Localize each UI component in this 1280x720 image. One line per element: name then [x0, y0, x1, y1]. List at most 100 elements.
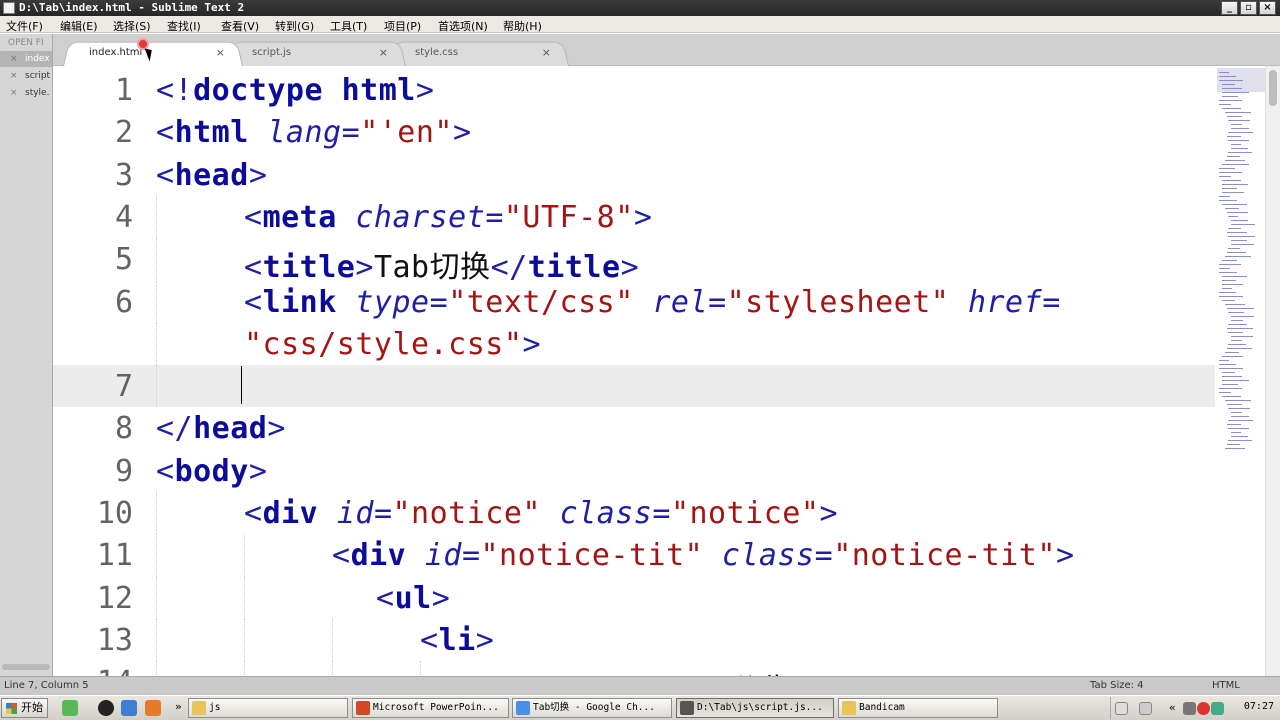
taskbar-button-label: Tab切换 - Google Ch... — [533, 702, 655, 713]
taskbar-button[interactable]: Bandicam — [838, 698, 998, 718]
code-token: <! — [156, 73, 194, 108]
line-number: 12 — [96, 580, 133, 616]
ie-icon[interactable] — [121, 700, 137, 716]
close-file-icon[interactable]: × — [10, 51, 18, 67]
minimap-line — [1231, 416, 1249, 417]
code-line[interactable]: 9 <body> — [53, 450, 1215, 492]
menu-item[interactable]: 首选项(N) — [438, 18, 488, 34]
help-icon[interactable] — [1139, 702, 1152, 715]
code-line[interactable]: 7 — [53, 365, 1215, 408]
code-line[interactable]: 14 <a href="#">公告</a> — [53, 661, 1215, 676]
sidebar-scrollbar[interactable] — [2, 664, 50, 670]
code-token: "css/style.css" — [244, 326, 523, 362]
editor-tab[interactable]: index.html × — [63, 38, 243, 66]
code-line[interactable]: 8 </head> — [53, 407, 1215, 449]
menu-item[interactable]: 选择(S) — [113, 18, 151, 34]
code-line[interactable]: 4 <meta charset="UTF-8"> — [53, 196, 1215, 238]
code-token: < — [156, 453, 175, 489]
vertical-scrollbar[interactable] — [1265, 66, 1280, 676]
sidebar: OPEN FI × index × script × style. — [0, 34, 53, 676]
minimap-line — [1222, 180, 1241, 181]
minimap[interactable] — [1215, 66, 1265, 676]
menu-item[interactable]: 转到(G) — [275, 18, 314, 34]
tab-size-indicator[interactable]: Tab Size: 4 — [1090, 677, 1144, 695]
scrollbar-thumb[interactable] — [1269, 70, 1277, 106]
taskbar-button[interactable]: Microsoft PowerPoin... — [352, 698, 509, 718]
start-button[interactable]: 开始 — [1, 698, 48, 718]
code-line[interactable]: 13 <li> — [53, 619, 1215, 661]
editor-tab[interactable]: style.css × — [389, 40, 569, 66]
menu-item[interactable]: 编辑(E) — [60, 18, 98, 34]
menu-item[interactable]: 文件(F) — [6, 18, 43, 34]
minimap-line — [1222, 260, 1237, 261]
code-token: class — [559, 496, 653, 531]
taskbar-button-label: Bandicam — [859, 702, 905, 713]
tab-close-icon[interactable]: × — [379, 46, 388, 59]
taskbar-button[interactable]: js — [188, 698, 348, 718]
code-editor[interactable]: 1 <!doctype html> 2 <html lang="'en"> 3 <head… — [53, 66, 1215, 676]
minimap-line — [1225, 400, 1251, 401]
firefox-icon[interactable] — [145, 700, 161, 716]
code-token: ul — [394, 580, 432, 616]
sidebar-file-item[interactable]: × style. — [0, 85, 52, 101]
editor-tab[interactable]: script.js × — [226, 40, 406, 66]
code-line[interactable]: 10 <div id="notice" class="notice"> — [53, 492, 1215, 534]
record-icon[interactable] — [1197, 702, 1210, 715]
code-line[interactable]: 1 <!doctype html> — [53, 69, 1215, 111]
code-text: <li> — [420, 623, 494, 658]
minimap-line — [1228, 324, 1247, 325]
minimap-line — [1226, 136, 1241, 137]
code-line[interactable]: 5 <title>Tab切换</title> — [53, 238, 1215, 285]
line-number: 7 — [114, 369, 133, 405]
syntax-indicator[interactable]: HTML — [1212, 677, 1240, 695]
minimap-line — [1222, 184, 1248, 185]
taskbar-button[interactable]: Tab切换 - Google Ch... — [512, 698, 672, 718]
code-line[interactable]: 3 <head> — [53, 154, 1215, 196]
sidebar-file-item[interactable]: × index — [0, 51, 52, 67]
minimap-line — [1219, 264, 1241, 265]
volume-icon[interactable] — [1211, 702, 1224, 715]
minimap-line — [1219, 100, 1242, 101]
desktop-icon[interactable] — [62, 700, 78, 716]
text-caret — [241, 366, 242, 404]
tab-close-icon[interactable]: × — [216, 46, 225, 59]
menu-item[interactable]: 查看(V) — [221, 18, 259, 34]
menu-item[interactable]: 查找(I) — [167, 18, 201, 34]
minimap-line — [1222, 192, 1244, 193]
code-line[interactable]: 2 <html lang="'en"> — [53, 111, 1215, 153]
tab-close-icon[interactable]: × — [542, 46, 551, 59]
tab-bar: index.html × script.js × style.css × — [53, 34, 1280, 66]
network-icon[interactable] — [1183, 702, 1196, 715]
code-line[interactable]: "css/style.css"> — [53, 323, 1215, 365]
minimap-line — [1231, 316, 1254, 317]
close-file-icon[interactable]: × — [10, 85, 18, 101]
code-token: class — [721, 538, 815, 574]
code-line[interactable]: 12 <ul> — [53, 577, 1215, 619]
code-line[interactable]: 6 <link type="text/css" rel="stylesheet" … — [53, 281, 1215, 323]
menu-item[interactable]: 工具(T) — [330, 18, 367, 34]
menu-item[interactable]: 帮助(H) — [503, 18, 542, 34]
keyboard-icon[interactable] — [1115, 702, 1128, 715]
taskbar-button[interactable]: D:\Tab\js\script.js... — [676, 698, 834, 718]
close-file-icon[interactable]: × — [10, 68, 18, 84]
qq-icon[interactable] — [98, 700, 114, 716]
code-token: id — [336, 496, 374, 531]
close-button[interactable]: × — [1259, 1, 1276, 15]
minimap-line — [1226, 328, 1253, 329]
sidebar-file-item[interactable]: × script — [0, 68, 52, 84]
code-token: "notice-tit" — [480, 538, 704, 574]
minimap-line — [1222, 108, 1241, 109]
minimap-line — [1231, 124, 1242, 125]
maximize-button[interactable]: ▫ — [1240, 1, 1257, 15]
tray-expand-icon[interactable]: « — [1169, 701, 1176, 714]
minimize-button[interactable]: _ — [1221, 1, 1238, 15]
line-number: 5 — [114, 242, 133, 278]
code-text: "css/style.css"> — [244, 327, 541, 362]
code-line[interactable]: 11 <div id="notice-tit" class="notice-tit… — [53, 534, 1215, 576]
quicklaunch-more-icon[interactable]: » — [175, 700, 182, 713]
code-token: = — [814, 538, 834, 574]
menu-item[interactable]: 项目(P) — [384, 18, 421, 34]
minimap-line — [1228, 420, 1253, 421]
